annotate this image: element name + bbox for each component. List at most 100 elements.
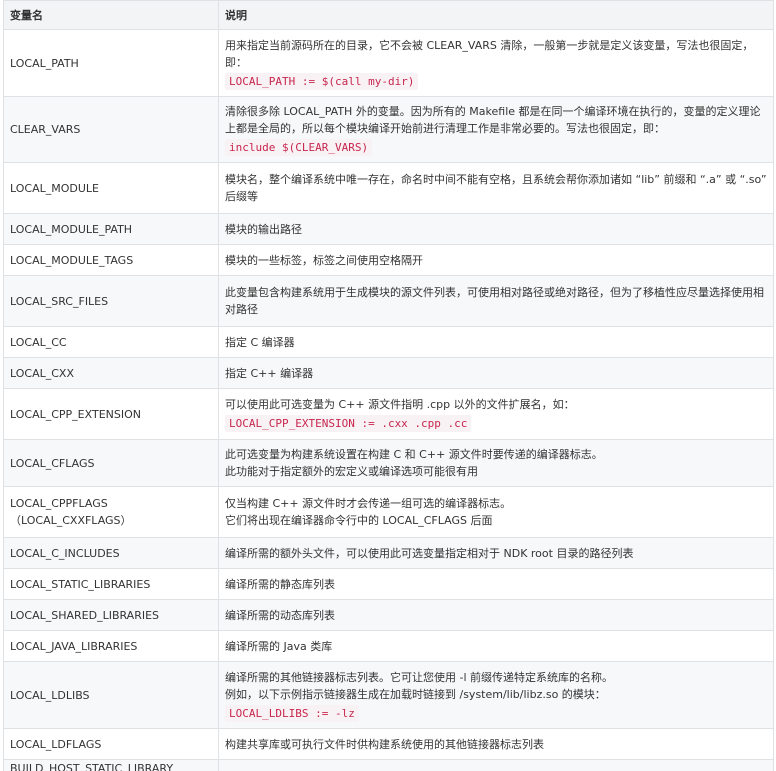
variable-name-cell: BUILD_HOST_STATIC_LIBRARY (3, 759, 219, 771)
variable-name: （LOCAL_CXXFLAGS） (10, 514, 132, 527)
description-cell: 此变量包含构建系统用于生成模块的源文件列表，可使用相对路径或绝对路径，但为了移植… (218, 275, 774, 327)
description-text: 它们将出现在编译器命令行中的 LOCAL_CFLAGS 后面 (225, 514, 493, 527)
description-cell: 模块的一些标签，标签之间使用空格隔开 (218, 244, 774, 276)
description-text: 构建共享库或可执行文件时供构建系统使用的其他链接器标志列表 (225, 737, 544, 751)
variable-name-cell: CLEAR_VARS (3, 96, 219, 163)
variable-name: LOCAL_LDFLAGS (10, 737, 102, 751)
description-text: 此可选变量为构建系统设置在构建 C 和 C++ 源文件时要传递的编译器标志。 (225, 448, 603, 461)
description-cell: 可以使用此可选变量为 C++ 源文件指明 .cpp 以外的文件扩展名，如： LOC… (218, 388, 774, 440)
description-text: 编译所需的动态库列表 (225, 608, 335, 622)
description-cell: 用来指定当前源码所在的目录，它不会被 CLEAR_VARS 清除，一般第一步就是… (218, 29, 774, 97)
variable-name: LOCAL_C_INCLUDES (10, 546, 120, 560)
table-row: LOCAL_MODULE_TAGS 模块的一些标签，标签之间使用空格隔开 (3, 244, 774, 276)
variable-name: LOCAL_STATIC_LIBRARIES (10, 577, 151, 591)
description-cell: 模块名，整个编译系统中唯一存在，命名时中间不能有空格，且系统会帮你添加诸如 “l… (218, 162, 774, 214)
table-row: LOCAL_MODULE_PATH 模块的输出路径 (3, 213, 774, 245)
variable-name-cell: LOCAL_MODULE (3, 162, 219, 214)
table-row: LOCAL_MODULE 模块名，整个编译系统中唯一存在，命名时中间不能有空格，且… (3, 162, 774, 214)
description-text: 清除很多除 LOCAL_PATH 外的变量。因为所有的 Makefile 都是在… (225, 105, 761, 135)
description-cell: 编译所需的其他链接器标志列表。它可让您使用 -l 前缀传递特定系统库的名称。 例如… (218, 661, 774, 729)
table-row: LOCAL_CPP_EXTENSION 可以使用此可选变量为 C++ 源文件指明 … (3, 388, 774, 440)
table-row: LOCAL_CFLAGS 此可选变量为构建系统设置在构建 C 和 C++ 源文件时… (3, 439, 774, 487)
variable-name: CLEAR_VARS (10, 123, 81, 136)
variable-name: LOCAL_SHARED_LIBRARIES (10, 608, 160, 622)
table-row: LOCAL_SRC_FILES 此变量包含构建系统用于生成模块的源文件列表，可使用… (3, 275, 774, 327)
description-text: 模块名，整个编译系统中唯一存在，命名时中间不能有空格，且系统会帮你添加诸如 “l… (225, 173, 767, 203)
header-variable-name: 变量名 (3, 0, 219, 30)
table-row: LOCAL_CC 指定 C 编译器 (3, 326, 774, 358)
table-row: LOCAL_LDFLAGS 构建共享库或可执行文件时供构建系统使用的其他链接器标志… (3, 728, 774, 760)
table-row: LOCAL_JAVA_LIBRARIES 编译所需的 Java 类库 (3, 630, 774, 662)
table-row: LOCAL_LDLIBS 编译所需的其他链接器标志列表。它可让您使用 -l 前缀传… (3, 661, 774, 729)
table-row: BUILD_HOST_STATIC_LIBRARY (3, 759, 774, 771)
description-text: 此变量包含构建系统用于生成模块的源文件列表，可使用相对路径或绝对路径，但为了移植… (225, 286, 764, 316)
description-text: 编译所需的额外头文件，可以使用此可选变量指定相对于 NDK root 目录的路径… (225, 546, 634, 560)
description-text: 编译所需的静态库列表 (225, 577, 335, 591)
variable-name-cell: LOCAL_PATH (3, 29, 219, 97)
description-cell: 指定 C++ 编译器 (218, 357, 774, 389)
code-snippet: LOCAL_CPP_EXTENSION := .cxx .cpp .cc (225, 415, 472, 432)
variable-name: LOCAL_SRC_FILES (10, 294, 109, 308)
variable-name: LOCAL_MODULE (10, 181, 99, 195)
variable-name: LOCAL_LDLIBS (10, 688, 90, 702)
description-cell: 编译所需的静态库列表 (218, 568, 774, 600)
variable-name: BUILD_HOST_STATIC_LIBRARY (10, 762, 174, 771)
variable-name-cell: LOCAL_LDFLAGS (3, 728, 219, 760)
description-cell: 清除很多除 LOCAL_PATH 外的变量。因为所有的 Makefile 都是在… (218, 96, 774, 163)
variable-name-cell: LOCAL_CFLAGS (3, 439, 219, 487)
code-snippet: LOCAL_PATH := $(call my-dir) (225, 72, 419, 90)
table-row: LOCAL_CXX 指定 C++ 编译器 (3, 357, 774, 389)
description-text: 仅当构建 C++ 源文件时才会传递一组可选的编译器标志。 (225, 497, 512, 510)
table-row: LOCAL_SHARED_LIBRARIES 编译所需的动态库列表 (3, 599, 774, 631)
variable-name-cell: LOCAL_STATIC_LIBRARIES (3, 568, 219, 600)
description-cell: 仅当构建 C++ 源文件时才会传递一组可选的编译器标志。 它们将出现在编译器命令行… (218, 486, 774, 538)
table-row: LOCAL_STATIC_LIBRARIES 编译所需的静态库列表 (3, 568, 774, 600)
variable-name: LOCAL_CPP_EXTENSION (10, 407, 141, 421)
variable-name-cell: LOCAL_CPP_EXTENSION (3, 388, 219, 440)
variable-name-cell: LOCAL_CPPFLAGS （LOCAL_CXXFLAGS） (3, 486, 219, 538)
variable-name-cell: LOCAL_SRC_FILES (3, 275, 219, 327)
variable-name: LOCAL_CXX (10, 366, 74, 380)
description-cell: 构建共享库或可执行文件时供构建系统使用的其他链接器标志列表 (218, 728, 774, 760)
page: 变量名 说明 LOCAL_PATH 用来指定当前源码所在的目录，它不会被 CLEA… (0, 0, 776, 771)
description-text: 指定 C++ 编译器 (225, 366, 314, 380)
description-cell: 编译所需的额外头文件，可以使用此可选变量指定相对于 NDK root 目录的路径… (218, 537, 774, 569)
description-text: 模块的输出路径 (225, 222, 302, 236)
description-text: 编译所需的 Java 类库 (225, 639, 333, 653)
variable-name-cell: LOCAL_C_INCLUDES (3, 537, 219, 569)
variables-table: 变量名 说明 LOCAL_PATH 用来指定当前源码所在的目录，它不会被 CLEA… (3, 0, 774, 771)
variable-name-cell: LOCAL_MODULE_PATH (3, 213, 219, 245)
header-description: 说明 (218, 0, 774, 30)
variable-name-cell: LOCAL_CXX (3, 357, 219, 389)
description-cell: 此可选变量为构建系统设置在构建 C 和 C++ 源文件时要传递的编译器标志。 此功… (218, 439, 774, 487)
table-row: LOCAL_C_INCLUDES 编译所需的额外头文件，可以使用此可选变量指定相对… (3, 537, 774, 569)
description-text: 可以使用此可选变量为 C++ 源文件指明 .cpp 以外的文件扩展名，如： (225, 398, 575, 411)
description-text: 编译所需的其他链接器标志列表。它可让您使用 -l 前缀传递特定系统库的名称。 (225, 670, 614, 684)
code-snippet: LOCAL_LDLIBS := -lz (225, 704, 359, 722)
description-text: 指定 C 编译器 (225, 335, 295, 349)
description-text: 此功能对于指定额外的宏定义或编译选项可能很有用 (225, 465, 478, 478)
table-header-row: 变量名 说明 (3, 0, 774, 30)
variable-name: LOCAL_MODULE_TAGS (10, 253, 134, 267)
description-cell: 编译所需的 Java 类库 (218, 630, 774, 662)
description-text: 例如，以下示例指示链接器生成在加载时链接到 /system/lib/libz.s… (225, 687, 606, 701)
variable-name: LOCAL_PATH (10, 56, 79, 70)
variable-name-cell: LOCAL_MODULE_TAGS (3, 244, 219, 276)
variable-name: LOCAL_MODULE_PATH (10, 222, 133, 236)
table-row: LOCAL_PATH 用来指定当前源码所在的目录，它不会被 CLEAR_VARS … (3, 29, 774, 97)
description-text: 用来指定当前源码所在的目录，它不会被 CLEAR_VARS 清除，一般第一步就是… (225, 38, 754, 69)
table-row: LOCAL_CPPFLAGS （LOCAL_CXXFLAGS） 仅当构建 C++ 源… (3, 486, 774, 538)
description-text: 模块的一些标签，标签之间使用空格隔开 (225, 253, 423, 267)
table-body: LOCAL_PATH 用来指定当前源码所在的目录，它不会被 CLEAR_VARS … (3, 29, 774, 771)
code-snippet: include $(CLEAR_VARS) (225, 139, 373, 156)
variable-name-cell: LOCAL_JAVA_LIBRARIES (3, 630, 219, 662)
variable-name: LOCAL_JAVA_LIBRARIES (10, 639, 138, 653)
variable-name: LOCAL_CFLAGS (10, 456, 95, 470)
variable-name-cell: LOCAL_CC (3, 326, 219, 358)
variable-name-cell: LOCAL_SHARED_LIBRARIES (3, 599, 219, 631)
variable-name: LOCAL_CPPFLAGS (10, 497, 108, 510)
description-cell: 编译所需的动态库列表 (218, 599, 774, 631)
table-row: CLEAR_VARS 清除很多除 LOCAL_PATH 外的变量。因为所有的 Ma… (3, 96, 774, 163)
description-cell: 指定 C 编译器 (218, 326, 774, 358)
description-cell (218, 759, 774, 771)
